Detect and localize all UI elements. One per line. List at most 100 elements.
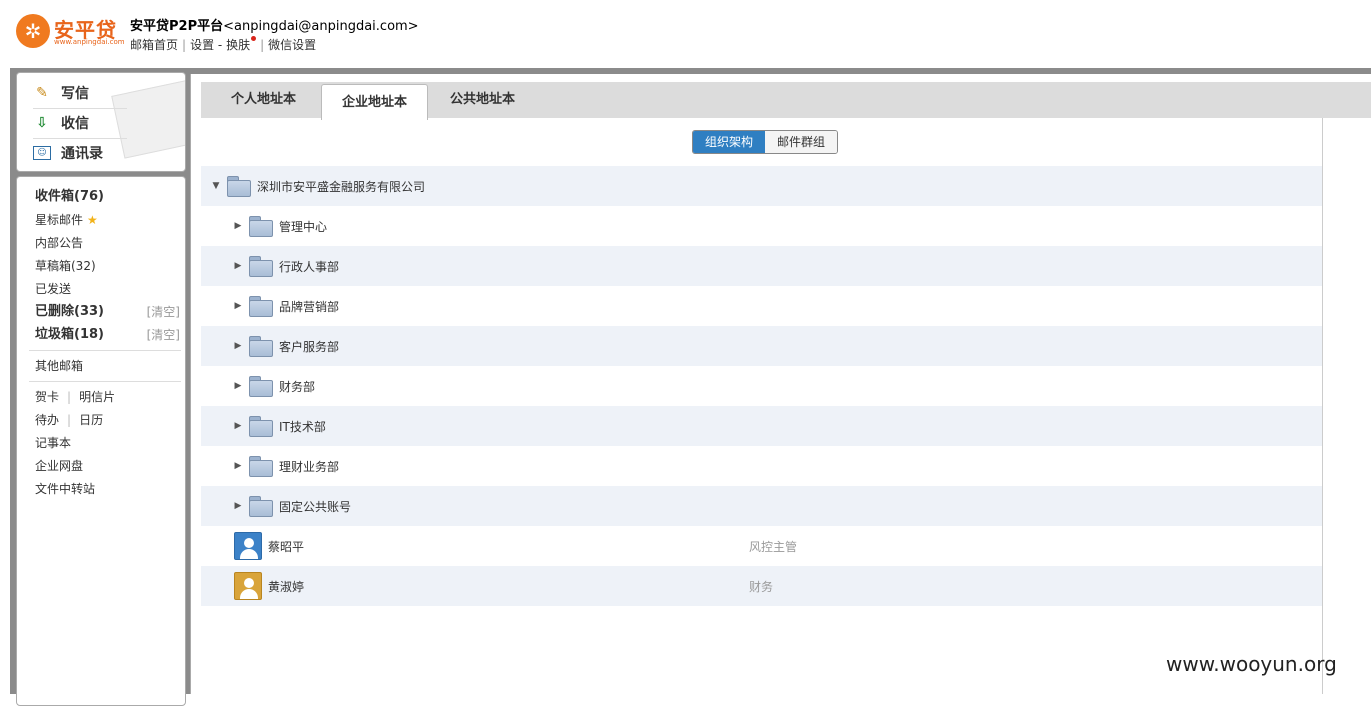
watermark: www.wooyun.org [1166, 652, 1337, 676]
nav-card[interactable]: 贺卡 [35, 390, 59, 404]
expand-arrow-icon[interactable]: ▶ [233, 261, 243, 271]
nav-sent[interactable]: 已发送 [35, 279, 180, 299]
receive-label: 收信 [61, 116, 89, 132]
folder-icon [249, 376, 273, 397]
expand-arrow-icon[interactable]: ▶ [233, 461, 243, 471]
tree-row[interactable]: ▶ 客户服务部 [201, 326, 1322, 366]
department-label: 管理中心 [279, 219, 328, 234]
folder-icon [249, 416, 273, 437]
folder-icon [249, 296, 273, 317]
folder-icon [249, 216, 273, 237]
header-links: 邮箱首页 | 设置 - 换肤 | 微信设置 [130, 36, 317, 52]
expand-arrow-icon[interactable]: ▶ [233, 501, 243, 511]
nav-disk[interactable]: 企业网盘 [35, 456, 180, 476]
tree-root-label: 深圳市安平盛金融服务有限公司 [257, 179, 426, 194]
collapse-arrow-icon[interactable]: ▼ [211, 181, 221, 191]
avatar [234, 532, 262, 560]
link-dash: - [217, 38, 223, 52]
contact-title: 风控主管 [749, 539, 798, 554]
account-email: <anpingdai@anpingdai.com> [223, 19, 419, 34]
expand-arrow-icon[interactable]: ▶ [233, 381, 243, 391]
nav-notice[interactable]: 内部公告 [35, 233, 180, 253]
logo[interactable]: ✲ 安平贷 www.anpingdai.com [16, 14, 125, 50]
nav-transfer[interactable]: 文件中转站 [35, 479, 180, 499]
folder-icon [249, 256, 273, 277]
nav-starred-label: 星标邮件 [35, 213, 84, 227]
clear-deleted-button[interactable]: [清空] [147, 302, 180, 322]
tab-enterprise[interactable]: 企业地址本 [321, 84, 429, 120]
logo-icon: ✲ [16, 14, 50, 48]
account-info: 安平贷P2P平台<anpingdai@anpingdai.com> [130, 15, 419, 34]
nav-starred[interactable]: 星标邮件 ★ [35, 210, 180, 230]
tab-public[interactable]: 公共地址本 [430, 82, 535, 118]
receive-button[interactable]: ⇩ 收信 [33, 110, 163, 136]
new-dot-icon [251, 36, 257, 41]
tree-row[interactable]: ▶ 行政人事部 [201, 246, 1322, 286]
tree-root-row[interactable]: ▼ 深圳市安平盛金融服务有限公司 [201, 166, 1322, 206]
mailbox-home-link[interactable]: 邮箱首页 [130, 38, 178, 52]
pencil-icon: ✎ [36, 85, 48, 101]
star-icon: ★ [87, 213, 98, 227]
download-icon: ⇩ [36, 115, 48, 131]
expand-arrow-icon[interactable]: ▶ [233, 421, 243, 431]
nav-inbox[interactable]: 收件箱(76) [35, 187, 180, 207]
write-label: 写信 [61, 86, 89, 102]
contacts-button[interactable]: ☺ 通讯录 [33, 140, 163, 166]
folder-icon [227, 176, 251, 197]
folder-icon [249, 496, 273, 517]
department-label: 客户服务部 [279, 339, 340, 354]
contact-row[interactable]: 蔡昭平 风控主管 [201, 526, 1322, 566]
tab-personal[interactable]: 个人地址本 [211, 82, 316, 118]
nav-deleted-label: 已删除(33) [35, 304, 104, 319]
contact-row[interactable]: 黄淑婷 财务 [201, 566, 1322, 606]
expand-arrow-icon[interactable]: ▶ [233, 221, 243, 231]
nav-postcard[interactable]: 明信片 [79, 390, 115, 404]
logo-url: www.anpingdai.com [54, 38, 125, 46]
tree-row[interactable]: ▶ 财务部 [201, 366, 1322, 406]
mail-groups-button[interactable]: 邮件群组 [765, 131, 838, 153]
tab-bar: 个人地址本 企业地址本 公共地址本 [201, 82, 1371, 120]
department-label: 品牌营销部 [279, 299, 340, 314]
view-toggle: 组织架构 邮件群组 [692, 130, 839, 154]
skin-link[interactable]: 换肤 [226, 38, 250, 52]
contacts-label: 通讯录 [61, 146, 103, 162]
contact-name: 黄淑婷 [268, 579, 305, 594]
tree-row[interactable]: ▶ IT技术部 [201, 406, 1322, 446]
quick-actions-panel: ✎ 写信 ⇩ 收信 ☺ 通讯录 [16, 72, 186, 172]
tree-row[interactable]: ▶ 品牌营销部 [201, 286, 1322, 326]
contact-name: 蔡昭平 [268, 539, 305, 554]
folder-icon [249, 456, 273, 477]
department-label: 固定公共账号 [279, 499, 352, 514]
department-label: 财务部 [279, 379, 316, 394]
department-label: 行政人事部 [279, 259, 340, 274]
write-button[interactable]: ✎ 写信 [33, 80, 163, 106]
expand-arrow-icon[interactable]: ▶ [233, 341, 243, 351]
nav-todo[interactable]: 待办 [35, 413, 59, 427]
account-name: 安平贷P2P平台 [130, 19, 224, 34]
tree-row[interactable]: ▶ 理财业务部 [201, 446, 1322, 486]
clear-trash-button[interactable]: [清空] [147, 325, 180, 345]
settings-link[interactable]: 设置 [190, 38, 214, 52]
nav-notes[interactable]: 记事本 [35, 433, 180, 453]
nav-drafts[interactable]: 草稿箱(32) [35, 256, 180, 276]
tree-row[interactable]: ▶ 固定公共账号 [201, 486, 1322, 526]
nav-trash[interactable]: 垃圾箱(18) [清空] [35, 325, 180, 345]
nav-trash-label: 垃圾箱(18) [35, 327, 104, 342]
tree-row[interactable]: ▶ 管理中心 [201, 206, 1322, 246]
header: ✲ 安平贷 www.anpingdai.com 安平贷P2P平台<anpingd… [0, 0, 1371, 68]
department-label: 理财业务部 [279, 459, 340, 474]
avatar [234, 572, 262, 600]
contact-card-icon: ☺ [33, 146, 51, 160]
org-structure-button[interactable]: 组织架构 [693, 131, 766, 153]
nav-deleted[interactable]: 已删除(33) [清空] [35, 302, 180, 322]
wechat-settings-link[interactable]: 微信设置 [268, 38, 316, 52]
nav-card-row: 贺卡 | 明信片 [35, 390, 116, 404]
address-book-panel: 个人地址本 企业地址本 公共地址本 组织架构 邮件群组 ▼ 深圳市安平盛金融服务… [190, 74, 1371, 694]
folder-icon [249, 336, 273, 357]
nav-todo-row: 待办 | 日历 [35, 413, 104, 427]
department-label: IT技术部 [279, 419, 326, 434]
nav-calendar[interactable]: 日历 [79, 413, 103, 427]
expand-arrow-icon[interactable]: ▶ [233, 301, 243, 311]
nav-other-mailbox[interactable]: 其他邮箱 [35, 356, 180, 376]
folder-nav: 收件箱(76) 星标邮件 ★ 内部公告 草稿箱(32) 已发送 已删除(33) [清… [16, 176, 186, 706]
